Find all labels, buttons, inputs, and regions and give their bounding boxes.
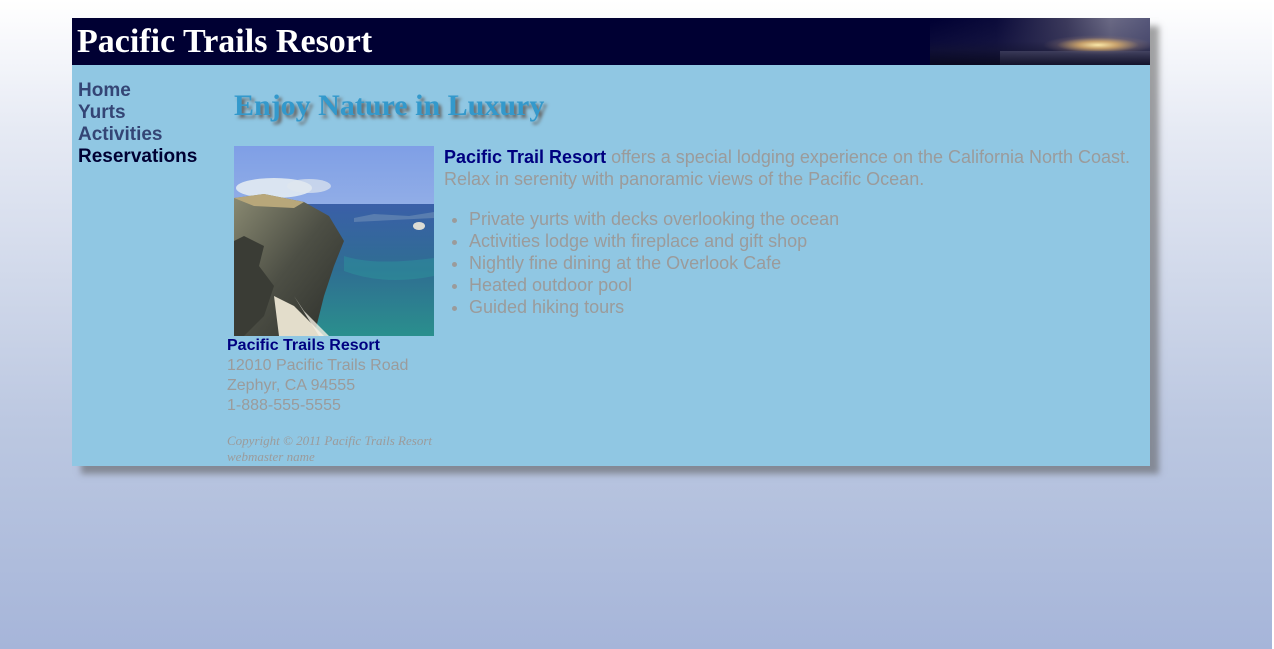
feature-item: Heated outdoor pool <box>469 274 839 296</box>
webmaster-text: webmaster name <box>227 449 315 464</box>
page-wrapper: Pacific Trails Resort Home Yurts Activit… <box>72 18 1150 466</box>
contact-street: 12010 Pacific Trails Road <box>227 357 409 374</box>
intro-brand-name: Pacific Trail Resort <box>444 147 607 167</box>
coastline-photo <box>234 146 434 336</box>
content-heading: Enjoy Nature in Luxury <box>234 89 545 122</box>
contact-name: Pacific Trails Resort <box>227 337 380 354</box>
feature-list: Private yurts with decks overlooking the… <box>444 208 839 318</box>
contact-info: Pacific Trails Resort 12010 Pacific Trai… <box>227 336 408 416</box>
nav-link-home[interactable]: Home <box>78 80 218 102</box>
nav-link-activities[interactable]: Activities <box>78 124 218 146</box>
contact-city: Zephyr, CA 94555 <box>227 377 356 394</box>
coastline-photo-icon <box>234 146 434 336</box>
site-footer: Copyright © 2011 Pacific Trails Resort w… <box>227 433 432 465</box>
sunset-sea-image <box>1000 51 1150 65</box>
feature-item: Nightly fine dining at the Overlook Cafe <box>469 252 839 274</box>
feature-item: Guided hiking tours <box>469 296 839 318</box>
main-nav: Home Yurts Activities Reservations <box>78 80 218 168</box>
feature-item: Private yurts with decks overlooking the… <box>469 208 839 230</box>
nav-link-reservations[interactable]: Reservations <box>78 146 218 168</box>
intro-paragraph: Pacific Trail Resort offers a special lo… <box>444 146 1150 190</box>
site-title: Pacific Trails Resort <box>77 23 373 60</box>
nav-link-yurts[interactable]: Yurts <box>78 102 218 124</box>
feature-item: Activities lodge with fireplace and gift… <box>469 230 839 252</box>
copyright-text: Copyright © 2011 Pacific Trails Resort <box>227 433 432 448</box>
site-header: Pacific Trails Resort <box>72 18 1150 65</box>
contact-phone: 1-888-555-5555 <box>227 397 341 414</box>
